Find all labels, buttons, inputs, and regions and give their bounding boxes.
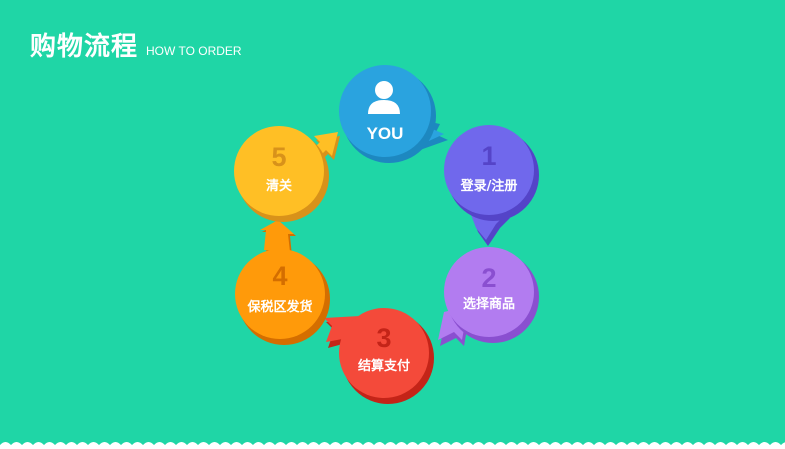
- bottom-wave-border: [0, 442, 785, 449]
- step-node-4: 4 保税区发货: [235, 249, 330, 345]
- start-node-label: YOU: [367, 124, 404, 143]
- order-process-diagram: YOU 1 登录/注册 2 选择商品 3 结算支付 4 保税区发货 5 清关: [234, 65, 539, 404]
- step-4-label: 保税区发货: [246, 299, 312, 315]
- step-3-number: 3: [376, 323, 391, 353]
- step-2-number: 2: [481, 263, 496, 293]
- step-node-3: 3 结算支付: [339, 308, 434, 404]
- step-1-number: 1: [481, 141, 496, 171]
- step-4-number: 4: [272, 261, 287, 291]
- step-node-5: 5 清关: [234, 126, 329, 222]
- step-5-label: 清关: [266, 178, 292, 194]
- step-2-label: 选择商品: [463, 296, 515, 312]
- start-node-you: YOU: [339, 65, 436, 163]
- step-3-label: 结算支付: [358, 358, 410, 374]
- step-1-label: 登录/注册: [460, 178, 518, 194]
- step-5-number: 5: [271, 142, 286, 172]
- step-node-1: 1 登录/注册: [444, 125, 539, 221]
